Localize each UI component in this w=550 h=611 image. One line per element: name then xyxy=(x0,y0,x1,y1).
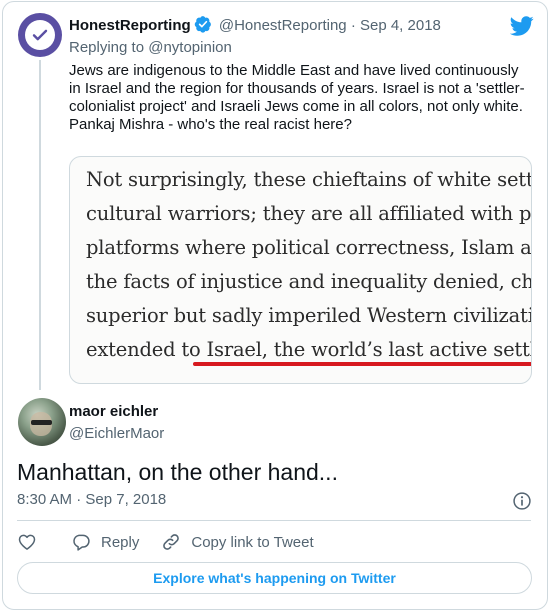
maor-eichler-avatar[interactable] xyxy=(18,398,66,446)
explore-twitter-button[interactable]: Explore what's happening on Twitter xyxy=(17,562,532,594)
first-tweet-display-name[interactable]: HonestReporting xyxy=(69,17,191,34)
article-line: superior but sadly imperiled Western civ… xyxy=(86,304,532,327)
article-line: Not surprisingly, these chieftains of wh… xyxy=(86,168,532,191)
heart-icon xyxy=(18,534,36,550)
second-tweet-text: Manhattan, on the other hand... xyxy=(17,459,338,485)
article-line: platforms where political correctness, I… xyxy=(86,236,532,259)
link-icon xyxy=(163,534,180,550)
replying-to-line: Replying to @nytopinion xyxy=(69,38,232,58)
actions-divider xyxy=(17,520,531,521)
tweet-actions-bar: Reply Copy link to Tweet xyxy=(17,530,314,554)
reply-bubble-icon xyxy=(73,534,90,551)
replying-to-handle[interactable]: @nytopinion xyxy=(148,39,232,56)
copy-link-button[interactable]: Copy link to Tweet xyxy=(161,532,314,552)
twitter-bird-icon[interactable] xyxy=(510,14,534,38)
first-tweet-header: HonestReporting @HonestReporting · Sep 4… xyxy=(69,15,441,36)
header-separator: · xyxy=(350,17,356,34)
reply-button[interactable]: Reply xyxy=(71,532,139,552)
article-line: cultural warriors; they are all affiliat… xyxy=(86,202,532,225)
attached-article-image[interactable]: Not surprisingly, these chieftains of wh… xyxy=(69,156,532,384)
info-icon[interactable] xyxy=(512,491,532,511)
second-tweet-handle[interactable]: @EichlerMaor xyxy=(69,424,164,444)
article-line: the facts of injustice and inequality de… xyxy=(86,270,532,293)
thread-connector-line xyxy=(39,60,41,390)
first-tweet-text: Jews are indigenous to the Middle East a… xyxy=(69,62,525,133)
copy-link-label: Copy link to Tweet xyxy=(191,533,314,551)
second-tweet-display-name[interactable]: maor eichler xyxy=(69,402,158,422)
check-logo-icon xyxy=(25,20,55,50)
second-tweet-timestamp[interactable]: 8:30 AM · Sep 7, 2018 xyxy=(17,490,166,510)
first-tweet-handle[interactable]: @HonestReporting xyxy=(219,17,347,34)
red-underline-highlight xyxy=(193,362,531,366)
honestreporting-avatar[interactable] xyxy=(18,13,62,57)
replying-to-prefix: Replying to xyxy=(69,39,145,56)
like-button[interactable] xyxy=(17,532,37,552)
verified-badge-icon xyxy=(194,16,211,33)
avatar-sunglasses xyxy=(31,420,52,425)
reply-label: Reply xyxy=(101,533,140,551)
first-tweet-date[interactable]: Sep 4, 2018 xyxy=(360,17,441,34)
